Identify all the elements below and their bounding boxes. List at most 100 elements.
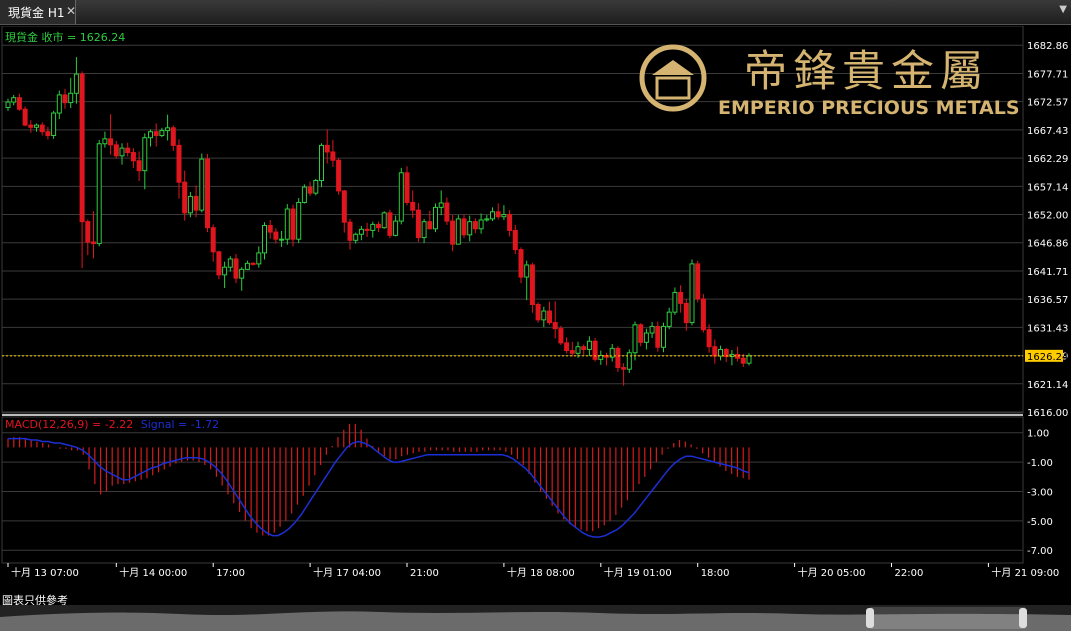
chart-scrollbar[interactable] (0, 605, 1071, 631)
candle (518, 247, 524, 284)
price-tick-label: 1677.71 (1027, 69, 1068, 80)
candle (393, 215, 399, 237)
macd-tick-label: -7.00 (1027, 546, 1053, 557)
time-tick-label: 十月 17 04:00 (313, 566, 381, 579)
candle (415, 202, 421, 242)
candle (279, 230, 285, 247)
chevron-down-icon[interactable]: ▼ (1059, 4, 1067, 15)
brand-english-name: EMPERIO PRECIOUS METALS (718, 97, 1020, 119)
candle (73, 57, 79, 104)
candle (433, 203, 438, 233)
candle (621, 363, 627, 386)
candle (330, 139, 336, 167)
candle (182, 170, 188, 221)
candle (210, 224, 216, 262)
candle (22, 106, 28, 127)
candle (267, 220, 273, 239)
candles-layer (5, 57, 752, 386)
time-tick-label: 十月 21 09:00 (991, 566, 1059, 579)
candle (541, 306, 547, 327)
price-tick-label: 1682.86 (1027, 41, 1068, 52)
candle (34, 123, 39, 132)
price-tick-label: 1621.14 (1027, 380, 1068, 391)
chart-tab-label: 現貨金 H1 (8, 5, 65, 20)
scrollbar-left-handle[interactable] (866, 608, 874, 628)
candle (153, 123, 159, 147)
candle (478, 213, 484, 234)
brand-watermark: 帝鋒貴金屬 EMPERIO PRECIOUS METALS (639, 44, 1020, 119)
chart-area[interactable]: 帝鋒貴金屬 EMPERIO PRECIOUS METALS 1682.86 167… (0, 26, 1071, 592)
signal-value-label: Signal = -1.72 (141, 418, 219, 431)
candle (569, 341, 575, 357)
candle (529, 262, 535, 313)
candle (586, 336, 592, 357)
time-tick-label: 十月 14 00:00 (119, 566, 187, 579)
candle (370, 221, 376, 238)
candle (609, 343, 615, 362)
candle (113, 141, 119, 159)
candle (233, 254, 239, 284)
candle (68, 77, 74, 109)
scrollbar-right-handle[interactable] (1019, 608, 1027, 628)
candle (250, 262, 256, 266)
brand-logo-pillars (655, 76, 691, 100)
price-panel-title: 現貨金 收市 = 1626.24 (5, 30, 125, 44)
signal-line (8, 437, 750, 538)
candle (655, 321, 661, 352)
candle (381, 211, 387, 229)
candle (490, 207, 495, 222)
candle (723, 347, 729, 363)
candle (718, 345, 723, 361)
scrollbar-selection[interactable] (870, 607, 1025, 629)
candle (398, 167, 404, 225)
candle (136, 151, 142, 182)
candle (313, 178, 319, 196)
candle (678, 285, 684, 313)
candle (256, 246, 262, 268)
candle (216, 250, 222, 280)
price-tick-label: 1652.00 (1027, 211, 1068, 222)
candle (62, 88, 68, 109)
candle (604, 352, 609, 366)
candle (564, 337, 570, 354)
chart-tab[interactable]: 現貨金 H1 ✕ (0, 0, 76, 24)
candle (632, 321, 638, 361)
candle (193, 185, 199, 218)
close-icon[interactable]: ✕ (66, 4, 76, 18)
candle (11, 94, 17, 106)
candle (461, 214, 467, 239)
candle (712, 339, 718, 364)
candle (427, 210, 433, 230)
candle (638, 323, 644, 347)
candle (102, 131, 108, 148)
macd-tick-label: -3.00 (1027, 487, 1053, 498)
candle (284, 204, 290, 245)
candle (290, 204, 296, 247)
candle (524, 260, 530, 301)
time-tick-label: 22:00 (895, 568, 924, 579)
candle (410, 190, 416, 218)
candle (108, 114, 114, 155)
candle (615, 346, 621, 372)
price-tick-label: 1672.57 (1027, 98, 1068, 109)
candle (421, 218, 427, 244)
candle (28, 120, 34, 133)
macd-panel-title: MACD(12,26,9) = -2.22 Signal = -1.72 (5, 418, 219, 431)
macd-tick-label: -1.00 (1027, 458, 1053, 469)
candle (244, 260, 250, 270)
candle (626, 349, 632, 374)
candle (130, 148, 136, 168)
candle (501, 205, 507, 220)
time-tick-label: 十月 19 01:00 (604, 566, 672, 579)
candle (170, 125, 176, 151)
candle (91, 211, 96, 259)
candle (159, 127, 165, 138)
candle (598, 350, 604, 365)
candle (347, 218, 353, 250)
candle (689, 259, 695, 326)
time-tick-label: 17:00 (216, 568, 245, 579)
candle (438, 190, 444, 216)
candle (96, 139, 102, 247)
candle (79, 71, 85, 269)
candle (273, 228, 279, 244)
